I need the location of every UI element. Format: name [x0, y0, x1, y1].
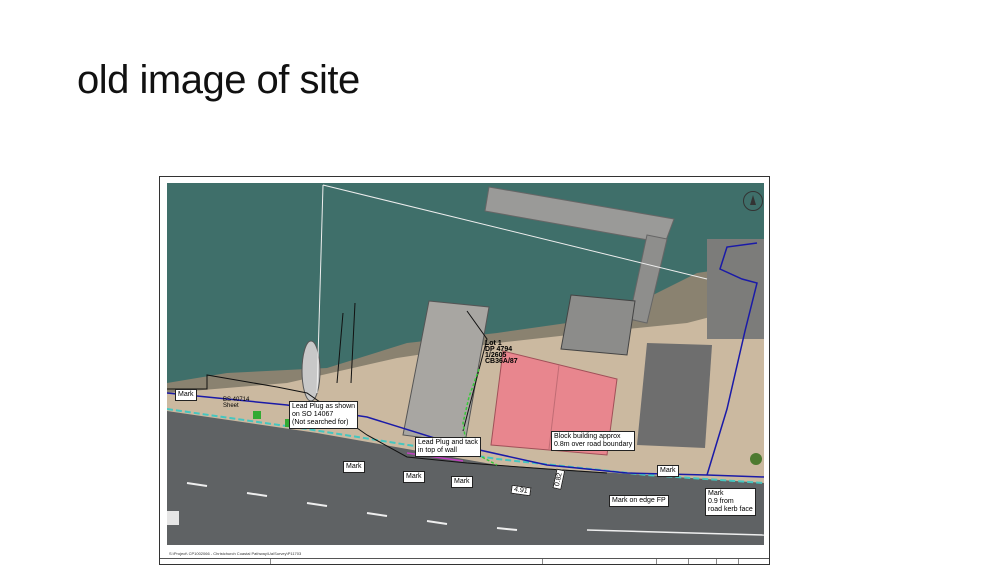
right-concrete: [637, 343, 712, 448]
lead-plug-tack-label: Lead Plug and tack in top of wall: [415, 437, 481, 457]
lead-plug-so-label: Lead Plug as shown on SO 14067 (Not sear…: [289, 401, 359, 429]
mark-label: Mark: [657, 465, 679, 477]
site-plan-figure: Lot 1 DP 4794 1/2605 CB36A/87 BS 40714 S…: [159, 176, 770, 565]
slide-title: old image of site: [77, 58, 360, 102]
file-path: S:\Project\ CP1002066 - Christchurch Coa…: [169, 551, 302, 556]
mark-kerb-label: Mark 0.9 from road kerb face: [705, 488, 756, 516]
mark-label: Mark: [343, 461, 365, 473]
mark-label: Mark: [451, 476, 473, 488]
mark-on-edge-fp-label: Mark on edge FP: [609, 495, 669, 507]
lot-label: Lot 1 DP 4794 1/2605 CB36A/87: [485, 340, 518, 365]
small-shed: [560, 294, 636, 356]
bs-label: BS 40714 Sheet: [223, 397, 250, 409]
mark-label: Mark: [403, 471, 425, 483]
title-block: [160, 558, 769, 564]
north-arrow-icon: [743, 191, 763, 211]
aerial-photo: Lot 1 DP 4794 1/2605 CB36A/87 BS 40714 S…: [167, 183, 764, 545]
block-building-label: Block building approx 0.8m over road bou…: [551, 431, 636, 451]
mark-label: Mark: [175, 389, 197, 401]
